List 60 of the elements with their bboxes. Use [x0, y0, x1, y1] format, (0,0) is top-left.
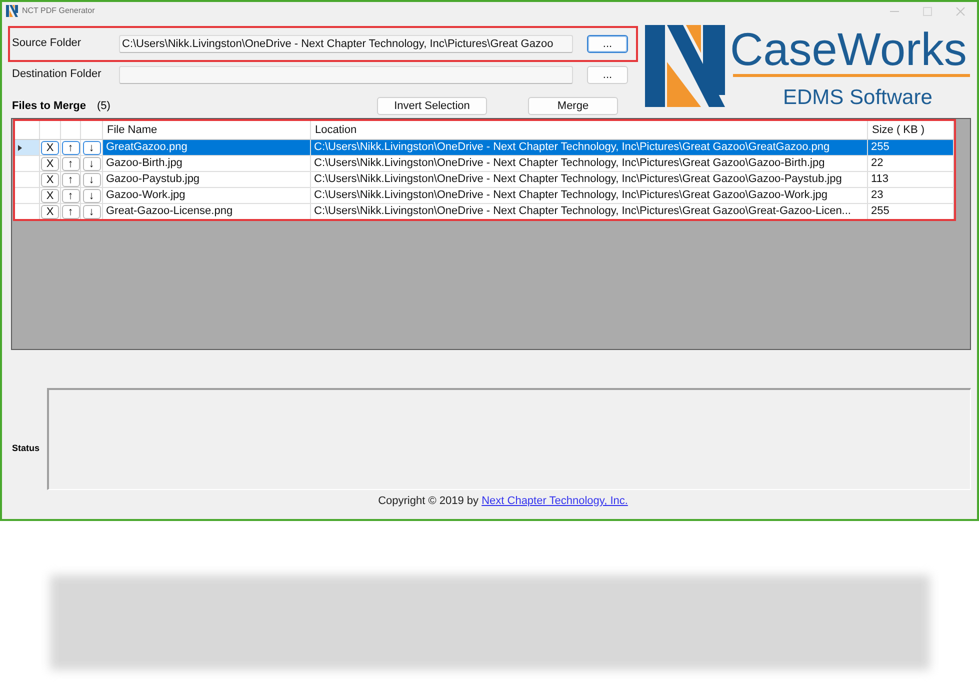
merge-button[interactable]: Merge — [528, 97, 618, 115]
size-cell: 113 — [868, 172, 954, 187]
size-header[interactable]: Size ( KB ) — [868, 121, 954, 139]
location-cell: C:\Users\Nikk.Livingston\OneDrive - Next Chapter Technology, Inc\Pictures\Great Gazoo\Gazoo-Paystub.jpg — [311, 172, 868, 187]
file-row[interactable]: X ↑ ↓ Great-Gazoo-License.png C:\Users\Nikk.Livingston\OneDrive - Next Chapter Technology, Inc\Pictures\Great Gazoo\Great-Gazoo-Licen... 255 — [15, 204, 954, 219]
file-name-cell: Gazoo-Paystub.jpg — [103, 172, 311, 187]
move-up-button[interactable]: ↑ — [62, 140, 80, 154]
size-cell: 22 — [868, 156, 954, 171]
move-up-button[interactable]: ↑ — [62, 172, 80, 186]
move-down-button[interactable]: ↓ — [82, 188, 100, 202]
browse-button[interactable]: ... — [587, 66, 628, 84]
destination-folder-field[interactable] — [119, 66, 573, 84]
move-down-button[interactable]: ↓ — [82, 140, 100, 154]
file-row[interactable]: X ↑ ↓ Gazoo-Paystub.jpg C:\Users\Nikk.Livingston\OneDrive - Next Chapter Technology, Inc\Pictures\Great Gazoo\Gazoo-Paystub.jpg 113 — [15, 172, 954, 188]
file-name-cell: GreatGazoo.png — [103, 140, 311, 155]
file-name-cell: Gazoo-Birth.jpg — [103, 156, 311, 171]
browse-button[interactable]: ... — [587, 35, 628, 53]
close-icon — [956, 6, 965, 16]
status-label: Status — [12, 442, 41, 454]
app-icon — [6, 5, 18, 17]
file-row[interactable]: X ↑ ↓ Gazoo-Birth.jpg C:\Users\Nikk.Livingston\OneDrive - Next Chapter Technology, Inc\Pictures\Great Gazoo\Gazoo-Birth.jpg 22 — [15, 156, 954, 172]
location-cell: C:\Users\Nikk.Livingston\OneDrive - Next Chapter Technology, Inc\Pictures\Great Gazoo\GreatGazoo.png — [311, 140, 868, 155]
location-cell: C:\Users\Nikk.Livingston\OneDrive - Next Chapter Technology, Inc\Pictures\Great Gazoo\Gazoo-Birth.jpg — [311, 156, 868, 171]
move-down-button[interactable]: ↓ — [82, 204, 100, 218]
remove-button[interactable]: X — [41, 172, 59, 186]
file-count: (5) — [97, 100, 112, 112]
remove-button[interactable]: X — [41, 156, 59, 170]
move-up-button[interactable]: ↑ — [62, 188, 80, 202]
size-cell: 23 — [868, 188, 954, 203]
source-folder-label: Source Folder — [12, 36, 82, 48]
brand-tagline: EDMS Software — [782, 86, 934, 110]
size-cell: 255 — [868, 204, 954, 219]
move-up-button[interactable]: ↑ — [62, 156, 80, 170]
source-folder-field[interactable]: C:\Users\Nikk.Livingston\OneDrive - Next Chapter Technology, Inc\Pictures\Great Gazoo — [119, 35, 573, 53]
location-cell: C:\Users\Nikk.Livingston\OneDrive - Next Chapter Technology, Inc\Pictures\Great Gazoo\Great-Gazoo-Licen... — [311, 204, 868, 219]
remove-button[interactable]: X — [41, 188, 59, 202]
move-down-button[interactable]: ↓ — [82, 156, 100, 170]
logo-icon — [645, 22, 725, 108]
row-header-cell[interactable] — [15, 140, 40, 155]
files-to-merge-label: Files to Merge — [12, 100, 87, 112]
window-title: NCT PDF Generator — [22, 6, 95, 16]
file-name-header[interactable]: File Name — [103, 121, 311, 139]
company-link[interactable]: Next Chapter Technology, Inc. — [482, 495, 628, 507]
file-row[interactable]: X ↑ ↓ GreatGazoo.png C:\Users\Nikk.Livingston\OneDrive - Next Chapter Technology, Inc\Pictures\Great Gazoo\GreatGazoo.png 255 — [15, 140, 954, 156]
move-up-button[interactable]: ↑ — [62, 204, 80, 218]
size-cell: 255 — [868, 140, 954, 155]
row-pointer-icon — [18, 144, 22, 150]
destination-folder-label: Destination Folder — [12, 68, 102, 80]
move-down-button[interactable]: ↓ — [82, 172, 100, 186]
brand-name: CaseWorks — [730, 26, 968, 72]
invert-selection-button[interactable]: Invert Selection — [377, 97, 487, 115]
location-header[interactable]: Location — [311, 121, 868, 139]
file-row[interactable]: X ↑ ↓ Gazoo-Work.jpg C:\Users\Nikk.Livingston\OneDrive - Next Chapter Technology, Inc\Pictures\Great Gazoo\Gazoo-Work.jpg 23 — [15, 188, 954, 204]
remove-button[interactable]: X — [41, 140, 59, 154]
maximize-icon — [923, 6, 932, 16]
location-cell: C:\Users\Nikk.Livingston\OneDrive - Next Chapter Technology, Inc\Pictures\Great Gazoo\Gazoo-Work.jpg — [311, 188, 868, 203]
copyright-text: Copyright © 2019 by Next Chapter Technology, Inc. — [378, 494, 628, 509]
file-name-cell: Great-Gazoo-License.png — [103, 204, 311, 219]
remove-button[interactable]: X — [41, 204, 59, 218]
file-name-cell: Gazoo-Work.jpg — [103, 188, 311, 203]
